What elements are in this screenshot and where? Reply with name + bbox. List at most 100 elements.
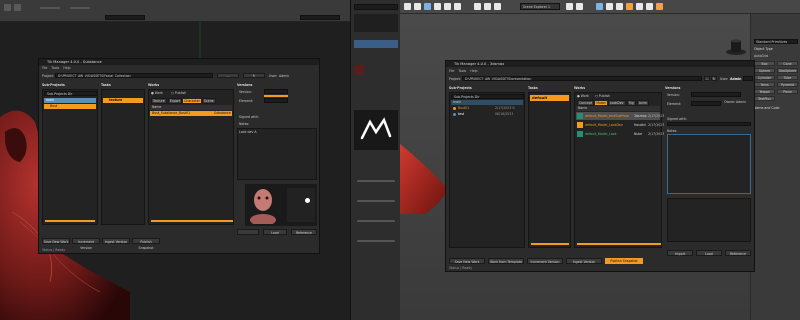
list-item[interactable]: Bust [44,104,96,109]
property-slider-1[interactable] [357,180,395,182]
material-dropdown[interactable] [105,15,145,20]
paint-tool-icon[interactable] [4,4,11,11]
menu-help[interactable]: Help [470,69,477,73]
render-frame-icon[interactable] [646,3,653,10]
scale-icon[interactable] [454,3,461,10]
reference-button[interactable]: Reference [725,250,751,256]
element-dropdown[interactable] [264,98,288,103]
undo-icon[interactable] [404,3,411,10]
version-dropdown[interactable] [264,89,288,94]
tab-model[interactable]: Model [595,101,607,105]
user-dropdown[interactable] [743,76,753,81]
table-row[interactable]: default_Model_LookDev Houdini 2/17/2023 [576,121,664,129]
table-row[interactable]: Bust_Substance_Bust01 Substance [150,111,232,116]
cone-button[interactable]: Cone [777,61,798,66]
select-icon[interactable] [424,3,431,10]
mirror-icon[interactable] [566,3,573,10]
scene-explorer-dropdown[interactable]: Scene Explorer 1 [520,3,560,10]
box-button[interactable]: Box [754,61,775,66]
increment-version-button[interactable]: Increment Version [527,258,563,264]
redo-icon[interactable] [414,3,421,10]
load-button[interactable]: Load [696,250,722,256]
textplus-button[interactable]: TextPlus [754,96,775,101]
teapot-button[interactable]: Teapot [754,89,775,94]
texture-set-list[interactable] [354,4,398,10]
material-editor-icon[interactable] [626,3,633,10]
import-button[interactable] [237,229,259,235]
works-list[interactable]: ● Work ○ Publish Concept Model LookDev R… [574,92,664,248]
render-setup-icon[interactable] [636,3,643,10]
list-item[interactable]: main [451,100,523,105]
radio-publish[interactable]: ○ Publish [171,91,186,95]
menu-help[interactable]: Help [63,66,70,70]
property-slider-3[interactable] [357,220,395,222]
torus-button[interactable]: Torus [754,82,775,87]
element-dropdown[interactable] [691,101,721,106]
notes-field[interactable]: Look dev A [237,128,317,180]
publish-snapshot-button[interactable]: Publish Snapshot [132,238,160,250]
flow-slider[interactable] [70,7,90,9]
refresh-button[interactable]: ↻ [243,73,265,78]
tasks-list[interactable]: texture [101,89,145,225]
save-new-work-button[interactable]: Save New Work [42,238,70,244]
list-item[interactable]: main [44,98,96,103]
pyramid-button[interactable]: Pyramid [777,82,798,87]
list-item[interactable]: texture [103,98,143,103]
schematic-icon[interactable] [616,3,623,10]
plane-button[interactable]: Plane [777,89,798,94]
load-button[interactable]: Load [263,229,287,235]
render-icon[interactable] [656,3,663,10]
layers-icon[interactable] [596,3,603,10]
notes-field[interactable] [667,134,751,194]
list-item[interactable]: test 08/16/2023 [451,112,523,117]
tasks-list[interactable]: default [528,92,571,248]
works-list[interactable]: ● Work ○ Publish Texture Export Characte… [148,89,234,225]
menu-file[interactable]: File [42,66,47,70]
primitives-dropdown[interactable]: Standard Primitives [754,39,798,44]
property-slider-4[interactable] [357,240,395,242]
table-row[interactable]: default_Model_Look Nuke 2/17/2023 [576,130,664,138]
viewport-mode-dropdown[interactable] [300,15,340,20]
version-dropdown[interactable] [691,92,741,97]
project-path-field[interactable]: D:\PROJECT_AW_VIS\ASSETS\presentation [462,76,702,81]
tab-scene[interactable]: Scene [201,98,216,104]
increment-version-button[interactable]: Increment Version [72,238,100,250]
align-icon[interactable] [576,3,583,10]
menu-tools[interactable]: Tools [51,66,59,70]
cylinder-button[interactable]: Cylinder [754,75,775,80]
rotate-icon[interactable] [444,3,451,10]
tube-button[interactable]: Tube [777,75,798,80]
project-path-field[interactable]: D:\PROJECT_AW_VIS\ASSETS\Facial_Collecti… [55,73,213,78]
sub-projects-list[interactable]: Sub-Projects Dir main Bust01 2/17/2023 0… [449,92,525,248]
layers-list[interactable] [354,14,398,32]
ingest-version-button[interactable]: Ingest Version [566,258,602,264]
ingest-version-button[interactable]: Ingest Version [102,238,130,244]
publish-snapshot-button[interactable]: Publish Snapshot [605,258,643,264]
move-icon[interactable] [434,3,441,10]
tab-export[interactable]: Export [167,98,183,104]
menu-tools[interactable]: Tools [458,69,466,73]
size-slider[interactable] [40,7,60,9]
snap-icon[interactable] [474,3,481,10]
sphere-button[interactable]: Sphere [754,68,775,73]
autogrid-checkbox[interactable]: AutoGrid [754,54,768,58]
signed-field[interactable] [667,122,751,126]
curve-editor-icon[interactable] [606,3,613,10]
refresh-button[interactable]: ↻ [711,76,717,81]
radio-publish[interactable]: ○ Publish [595,94,610,98]
work-from-template-button[interactable]: Work from Template [488,258,524,264]
layer-selected[interactable] [354,40,398,48]
erase-tool-icon[interactable] [14,4,21,11]
viewcube-icon[interactable] [725,38,747,56]
radio-work[interactable]: ● Work [577,94,589,98]
list-item[interactable]: default [530,95,569,101]
reference-button[interactable]: Reference [291,229,317,235]
table-row[interactable]: default_Model_testSubProjects 3dsmax 2/1… [576,112,664,120]
set-project-button[interactable]: … [217,73,239,78]
radio-work[interactable]: ● Work [151,91,163,95]
sub-projects-list[interactable]: Sub-Projects Dir main Bust [42,89,98,225]
sub-projects-filter[interactable]: Sub-Projects Dir [451,94,524,99]
geosphere-button[interactable]: GeoSphere [777,68,798,73]
import-button[interactable]: Import [667,250,693,256]
tab-texture[interactable]: Texture [151,98,167,104]
